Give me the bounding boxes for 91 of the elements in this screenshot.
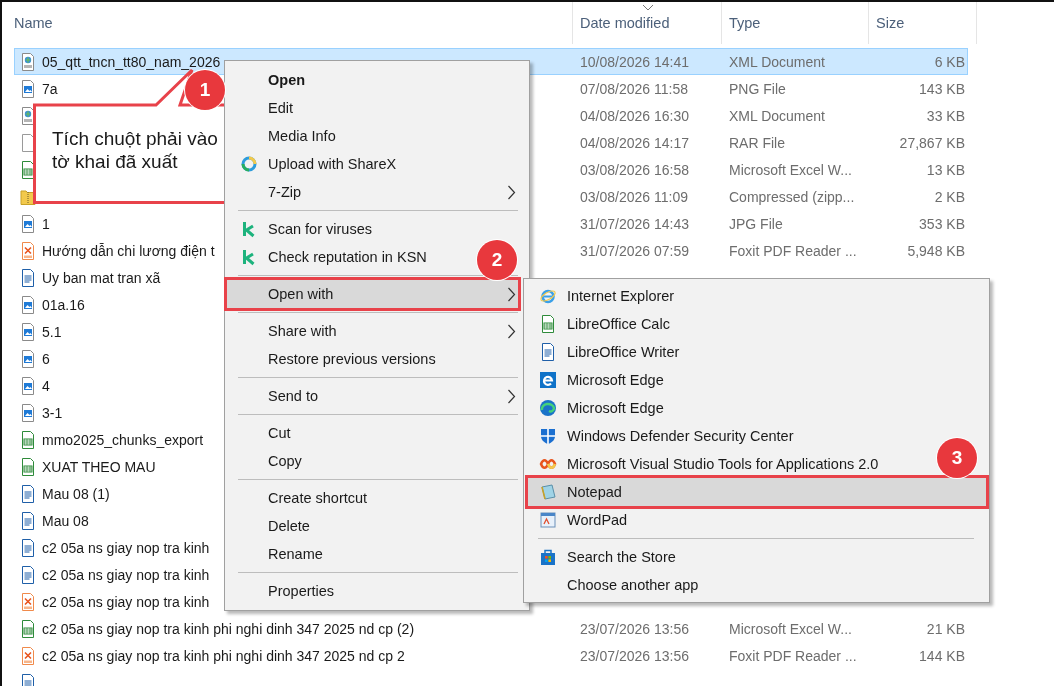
menu-item[interactable]: Microsoft Edge	[528, 394, 664, 422]
menu-item[interactable]: Microsoft Edge	[528, 366, 664, 394]
file-size: 33 KB	[926, 107, 965, 124]
date-modified: 03/08/2026 16:58	[580, 161, 689, 178]
file-type: Compressed (zipp...	[729, 188, 855, 205]
date-modified: 04/08/2026 16:30	[580, 107, 689, 124]
file-name: Mau 08 (1)	[42, 485, 110, 502]
spreadsheet-icon	[539, 315, 557, 333]
file-size: 13 KB	[926, 161, 965, 178]
file-size: 353 KB	[919, 215, 965, 232]
file-size: 5,948 KB	[907, 242, 965, 259]
menu-item[interactable]: Scan for viruses	[227, 215, 372, 243]
menu-item[interactable]: Media Info	[227, 122, 336, 150]
file-type: Foxit PDF Reader ...	[729, 242, 857, 259]
file-size: 21 KB	[926, 620, 965, 637]
file-size: 6 KB	[934, 53, 965, 70]
menu-item[interactable]: 7-Zip	[227, 178, 518, 206]
notepad-icon	[539, 483, 557, 501]
file-type: Foxit PDF Reader ...	[729, 647, 857, 664]
file-type: RAR File	[729, 134, 785, 151]
menu-item[interactable]: LibreOffice Writer	[528, 338, 680, 366]
file-name: Uy ban mat tran xã	[42, 269, 161, 286]
menu-item[interactable]: Internet Explorer	[528, 282, 675, 310]
window-document-icon	[539, 511, 557, 529]
date-modified: 31/07/2026 07:59	[580, 242, 689, 259]
file-type: XML Document	[729, 53, 825, 70]
menu-item[interactable]: Cut	[227, 419, 291, 447]
menu-item[interactable]: Check reputation in KSN	[227, 243, 427, 271]
shopping-bag-icon	[539, 548, 557, 566]
menu-item[interactable]: Delete	[227, 512, 310, 540]
colored-ring-icon	[240, 155, 258, 173]
file-name: 5.1	[42, 323, 62, 340]
step-badge: 2	[477, 240, 517, 280]
menu-item[interactable]: LibreOffice Calc	[528, 310, 670, 338]
date-modified: 31/07/2026 14:43	[580, 215, 689, 232]
menu-item[interactable]: Upload with ShareX	[227, 150, 397, 178]
file-type: Microsoft Excel W...	[729, 161, 852, 178]
step-badge: 3	[937, 438, 977, 478]
menu-item[interactable]: Search the Store	[528, 543, 676, 571]
file-name: Hướng dẫn chi lương điện t	[42, 242, 215, 259]
file-name: 05_qtt_tncn_tt80_nam_2026	[42, 53, 221, 70]
menu-item[interactable]: Share with	[227, 317, 518, 345]
file-size: 27,867 KB	[899, 134, 965, 151]
document-icon	[539, 343, 557, 361]
file-name: c2 05a ns giay nop tra kinh	[42, 566, 210, 583]
file-name: 01a.16	[42, 296, 85, 313]
file-name: 1	[42, 215, 50, 232]
menu-item[interactable]: Copy	[227, 447, 302, 475]
date-modified: 04/08/2026 14:17	[580, 134, 689, 151]
file-name: c2 05a ns giay nop tra kinh	[42, 593, 210, 610]
file-type: XML Document	[729, 107, 825, 124]
file-name: mmo2025_chunks_export	[42, 431, 204, 448]
e-ring-icon	[539, 287, 557, 305]
menu-item[interactable]: Microsoft Visual Studio Tools for Applications 2.0	[528, 450, 879, 478]
menu-item[interactable]: WordPad	[528, 506, 628, 534]
file-name: 7a	[42, 80, 58, 97]
date-modified: 23/07/2026 13:56	[580, 620, 689, 637]
menu-item[interactable]: Restore previous versions	[227, 345, 436, 373]
date-modified: 23/07/2026 13:56	[580, 647, 689, 664]
date-modified: 03/08/2026 11:09	[580, 188, 688, 205]
menu-item[interactable]: Send to	[227, 382, 518, 410]
file-type: PNG File	[729, 80, 786, 97]
menu-item[interactable]: Windows Defender Security Center	[528, 422, 794, 450]
date-modified: 07/08/2026 11:58	[580, 80, 688, 97]
file-name: c2 05a ns giay nop tra kinh phi nghi dinh 347 2025 nd cp 2	[42, 647, 405, 664]
file-name: XUAT THEO MAU	[42, 458, 156, 475]
file-name: c2 05a ns giay nop tra kinh phi nghi dinh 347 2025 nd cp (2)	[42, 620, 415, 637]
file-size: 143 KB	[919, 80, 965, 97]
file-name: Mau 08	[42, 512, 89, 529]
date-modified: 10/08/2026 14:41	[580, 53, 689, 70]
file-name: c2 05a ns giay nop tra kinh	[42, 539, 210, 556]
file-name: 3-1	[42, 404, 63, 421]
menu-item[interactable]: Rename	[227, 540, 323, 568]
globe-document-icon	[20, 52, 36, 71]
file-type: JPG File	[729, 215, 783, 232]
e-tile-icon	[539, 371, 557, 389]
file-name: 6	[42, 350, 50, 367]
callout-text: Tích chuột phải vào tờ khai đã xuất	[52, 127, 219, 173]
menu-item[interactable]: Create shortcut	[227, 484, 368, 512]
file-name: 4	[42, 377, 50, 394]
file-type: Microsoft Excel W...	[729, 620, 852, 637]
menu-item[interactable]: Open	[227, 66, 306, 94]
menu-item[interactable]: Choose another app	[528, 571, 699, 599]
wave-circle-icon	[539, 399, 557, 417]
menu-item[interactable]: Notepad	[528, 478, 986, 506]
menu-item[interactable]: Open with	[227, 280, 518, 308]
menu-item[interactable]: Properties	[227, 577, 335, 605]
file-size: 144 KB	[919, 647, 965, 664]
file-size: 2 KB	[934, 188, 965, 205]
menu-item[interactable]: Edit	[227, 94, 293, 122]
shield-icon	[539, 427, 557, 445]
